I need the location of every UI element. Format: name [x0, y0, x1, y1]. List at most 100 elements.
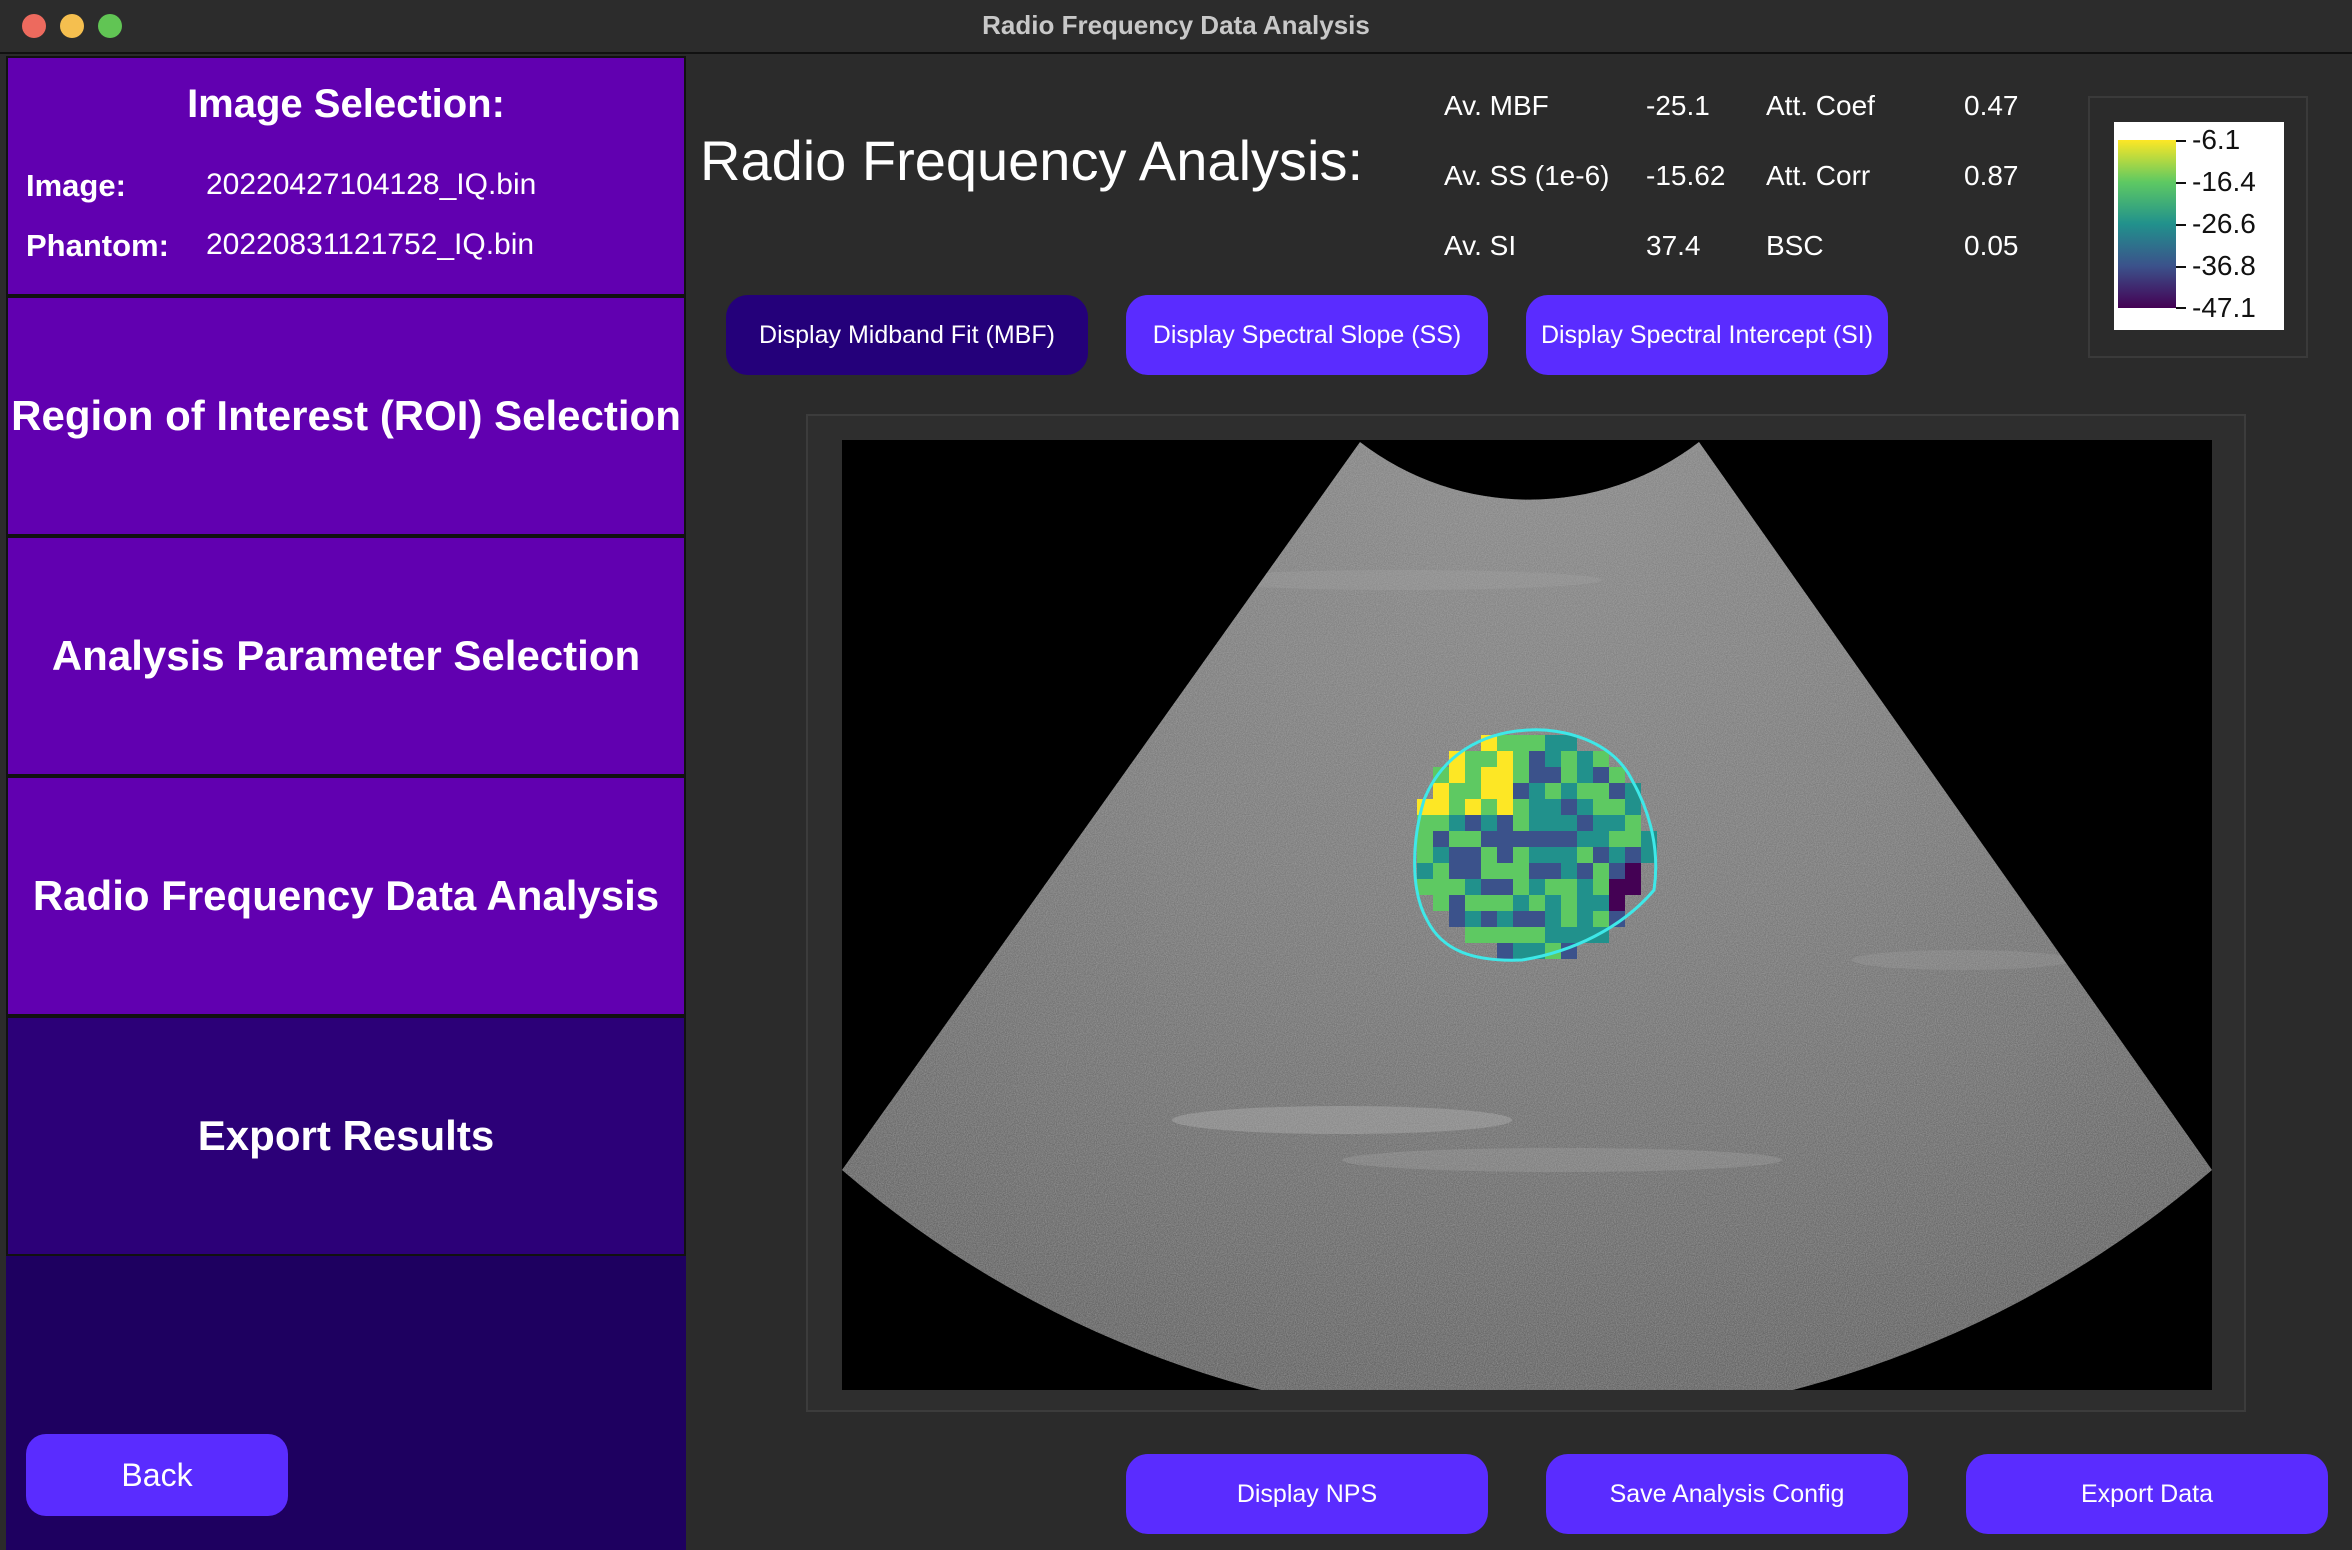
roi-heatmap-cell	[1561, 735, 1577, 751]
roi-heatmap-cell	[1481, 847, 1497, 863]
sidebar-item-rf-analysis[interactable]: Radio Frequency Data Analysis	[6, 776, 686, 1016]
roi-heatmap-cell	[1561, 815, 1577, 831]
roi-heatmap-cell	[1417, 831, 1433, 847]
roi-heatmap-cell	[1529, 815, 1545, 831]
back-button[interactable]: Back	[26, 1434, 288, 1516]
roi-heatmap-cell	[1609, 815, 1625, 831]
roi-heatmap-cell	[1561, 847, 1577, 863]
roi-heatmap-cell	[1593, 783, 1609, 799]
roi-heatmap-cell	[1513, 911, 1529, 927]
colorbar-label: -26.6	[2192, 208, 2256, 239]
roi-heatmap-cell	[1529, 799, 1545, 815]
roi-heatmap-cell	[1513, 767, 1529, 783]
roi-heatmap-cell	[1481, 767, 1497, 783]
roi-heatmap-cell	[1529, 847, 1545, 863]
roi-heatmap-cell	[1513, 751, 1529, 767]
roi-heatmap-cell	[1513, 943, 1529, 959]
roi-heatmap-cell	[1593, 815, 1609, 831]
window-title: Radio Frequency Data Analysis	[982, 10, 1370, 40]
colorbar-gradient	[2118, 140, 2176, 308]
roi-heatmap-cell	[1417, 879, 1433, 895]
roi-heatmap-cell	[1561, 767, 1577, 783]
roi-heatmap-cell	[1481, 911, 1497, 927]
roi-heatmap-cell	[1465, 831, 1481, 847]
roi-heatmap-cell	[1433, 879, 1449, 895]
stat-bsc-label: BSC	[1766, 230, 1824, 261]
roi-heatmap-cell	[1577, 863, 1593, 879]
roi-heatmap-cell	[1497, 911, 1513, 927]
roi-heatmap-cell	[1625, 879, 1641, 895]
stat-att-coef-label: Att. Coef	[1766, 90, 1875, 121]
roi-heatmap-cell	[1625, 847, 1641, 863]
roi-heatmap-cell	[1545, 751, 1561, 767]
display-mbf-button[interactable]: Display Midband Fit (MBF)	[726, 295, 1088, 375]
roi-heatmap-cell	[1513, 815, 1529, 831]
roi-heatmap-cell	[1625, 831, 1641, 847]
roi-heatmap-cell	[1481, 815, 1497, 831]
roi-heatmap-cell	[1449, 815, 1465, 831]
roi-heatmap-cell	[1577, 815, 1593, 831]
export-data-button[interactable]: Export Data	[1966, 1454, 2328, 1534]
roi-heatmap-cell	[1529, 767, 1545, 783]
save-analysis-config-button[interactable]: Save Analysis Config	[1546, 1454, 1908, 1534]
colorbar-label: -47.1	[2192, 292, 2256, 323]
roi-heatmap-cell	[1465, 815, 1481, 831]
roi-heatmap-cell	[1513, 735, 1529, 751]
roi-heatmap-cell	[1481, 783, 1497, 799]
roi-heatmap-cell	[1449, 831, 1465, 847]
display-ss-button[interactable]: Display Spectral Slope (SS)	[1126, 295, 1488, 375]
roi-heatmap-cell	[1545, 815, 1561, 831]
roi-heatmap-cell	[1513, 927, 1529, 943]
roi-heatmap-cell	[1449, 847, 1465, 863]
roi-heatmap-cell	[1497, 863, 1513, 879]
roi-heatmap-cell	[1449, 799, 1465, 815]
roi-heatmap-cell	[1497, 927, 1513, 943]
roi-heatmap-cell	[1545, 831, 1561, 847]
roi-heatmap-cell	[1609, 767, 1625, 783]
sidebar-item-export-results[interactable]: Export Results	[6, 1016, 686, 1256]
roi-heatmap-cell	[1545, 863, 1561, 879]
image-selection-section[interactable]: Image Selection: Image: 20220427104128_I…	[6, 56, 686, 296]
roi-heatmap-cell	[1545, 847, 1561, 863]
stat-si-label: Av. SI	[1444, 230, 1517, 261]
colorbar-tick	[2176, 266, 2186, 268]
roi-heatmap-cell	[1545, 911, 1561, 927]
roi-heatmap-cell	[1513, 831, 1529, 847]
image-selection-heading: Image Selection:	[187, 82, 505, 126]
roi-heatmap-cell	[1513, 783, 1529, 799]
roi-heatmap-cell	[1577, 767, 1593, 783]
sidebar-item-roi-selection[interactable]: Region of Interest (ROI) Selection	[6, 296, 686, 536]
stat-att-corr-value: 0.87	[1964, 160, 2019, 191]
colorbar-legend: -6.1 -16.4 -26.6 -36.8 -47.1	[2088, 96, 2308, 358]
roi-heatmap-cell	[1593, 863, 1609, 879]
roi-heatmap-cell	[1513, 799, 1529, 815]
roi-heatmap-cell	[1433, 783, 1449, 799]
phantom-filename: 20220831121752_IQ.bin	[206, 228, 535, 261]
roi-heatmap-cell	[1609, 831, 1625, 847]
roi-heatmap-cell	[1561, 927, 1577, 943]
roi-heatmap-cell	[1545, 895, 1561, 911]
roi-heatmap-cell	[1433, 847, 1449, 863]
image-filename: 20220427104128_IQ.bin	[206, 168, 537, 201]
roi-heatmap-cell	[1449, 911, 1465, 927]
roi-heatmap-cell	[1449, 895, 1465, 911]
roi-heatmap-cell	[1545, 735, 1561, 751]
roi-heatmap-cell	[1513, 863, 1529, 879]
roi-heatmap-cell	[1481, 895, 1497, 911]
roi-heatmap-cell	[1593, 847, 1609, 863]
roi-heatmap-cell	[1545, 927, 1561, 943]
roi-heatmap-cell	[1625, 799, 1641, 815]
colorbar-label: -6.1	[2192, 124, 2241, 155]
display-si-button[interactable]: Display Spectral Intercept (SI)	[1526, 295, 1888, 375]
roi-heatmap-cell	[1449, 783, 1465, 799]
colorbar-tick	[2176, 224, 2186, 226]
roi-heatmap-cell	[1609, 895, 1625, 911]
ultrasound-image-canvas[interactable]	[842, 440, 2212, 1425]
roi-heatmap-cell	[1609, 799, 1625, 815]
roi-heatmap-cell	[1481, 879, 1497, 895]
display-nps-button[interactable]: Display NPS	[1126, 1454, 1488, 1534]
roi-heatmap-cell	[1417, 847, 1433, 863]
roi-heatmap-cell	[1465, 847, 1481, 863]
sidebar-item-analysis-parameters[interactable]: Analysis Parameter Selection	[6, 536, 686, 776]
roi-heatmap-cell	[1497, 751, 1513, 767]
